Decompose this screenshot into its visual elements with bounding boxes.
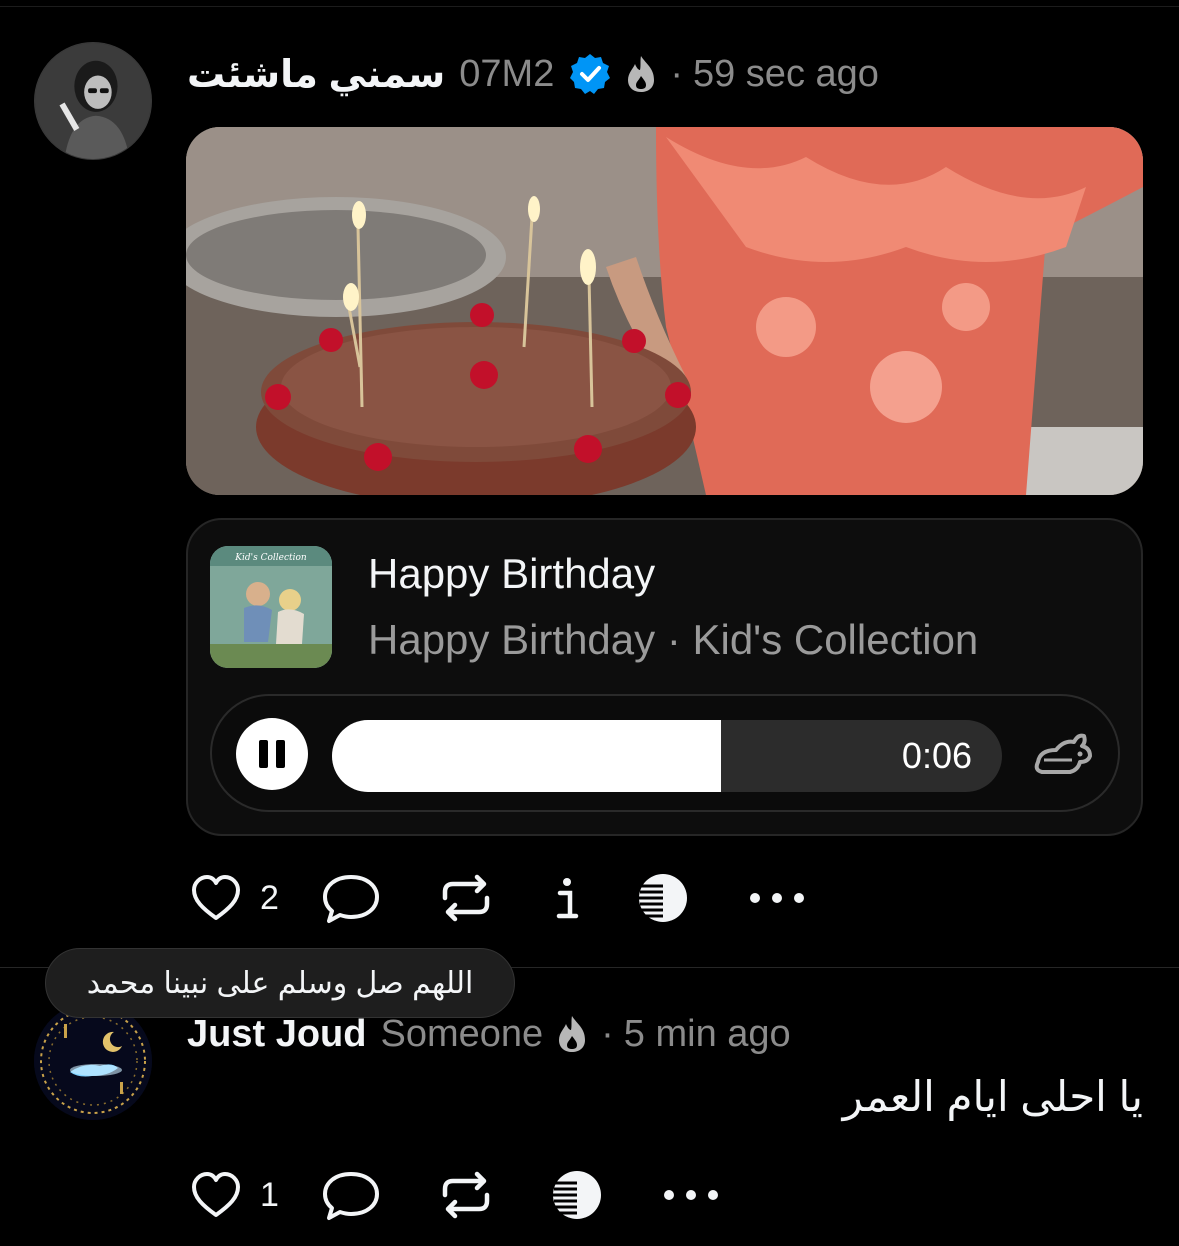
like-button[interactable]: 1 [190,1170,279,1220]
reply-username[interactable]: Just Joud [187,1013,366,1056]
pause-button[interactable] [236,718,308,790]
album-art[interactable]: Kid's Collection [210,546,332,668]
playback-time: 0:06 [901,735,972,776]
reply-timestamp: 5 min ago [623,1012,791,1055]
top-divider [0,6,1179,7]
more-button[interactable] [747,888,807,908]
striped-circle-icon [552,1171,601,1219]
more-icon [749,893,804,903]
progress-bar[interactable]: 0:06 [332,720,1002,792]
pause-icon [259,740,268,768]
reply-avatar[interactable] [34,1002,152,1120]
reply-button[interactable] [321,871,381,925]
striped-circle-icon [638,874,687,922]
progress-fill [332,720,721,792]
heart-icon [192,875,240,920]
track-subtitle: Happy Birthday · Kid's Collection [368,616,979,663]
album-art-text: Kid's Collection [234,553,307,563]
comment-icon [322,1172,379,1220]
post-header: سمني ماشئت 07M2 · 59 sec ago [187,44,879,104]
more-button[interactable] [661,1185,721,1205]
reply-handle[interactable]: Someone [380,1013,543,1056]
separator: · [601,1012,614,1055]
timestamp: 59 sec ago [692,52,879,95]
rabbit-speed-icon[interactable] [1030,726,1094,782]
edit-button[interactable] [551,1169,603,1221]
handle[interactable]: 07M2 [459,53,554,96]
separator: · [670,52,683,95]
reply-button[interactable] [321,1168,381,1222]
avatar[interactable] [34,42,152,160]
more-icon [663,1190,718,1200]
like-button[interactable]: 2 [190,873,279,923]
reply-text: يا احلى ايام العمر [842,1073,1143,1120]
audio-player: 0:06 [210,694,1120,812]
info-icon [556,878,579,919]
repost-icon [442,1171,490,1219]
username[interactable]: سمني ماشئت [187,52,445,97]
tooltip: اللهم صل وسلم على نبينا محمد [45,948,515,1018]
post-actions: 2 [190,868,807,928]
repost-button[interactable] [437,1169,495,1221]
music-card: Kid's Collection Happy Birthday Happy Bi… [186,518,1143,836]
comment-icon [322,875,379,923]
edit-button[interactable] [637,872,689,924]
track-title: Happy Birthday [368,550,656,597]
info-button[interactable] [553,873,581,923]
video-thumbnail[interactable] [186,127,1143,495]
flame-icon [624,54,658,94]
reply-actions: 1 [190,1165,721,1225]
flame-icon [555,1014,589,1054]
like-count: 2 [260,878,279,917]
heart-icon [192,1172,240,1217]
repost-button[interactable] [437,872,495,924]
repost-icon [442,874,490,922]
like-count: 1 [260,1175,279,1214]
verified-badge-icon [568,52,612,96]
